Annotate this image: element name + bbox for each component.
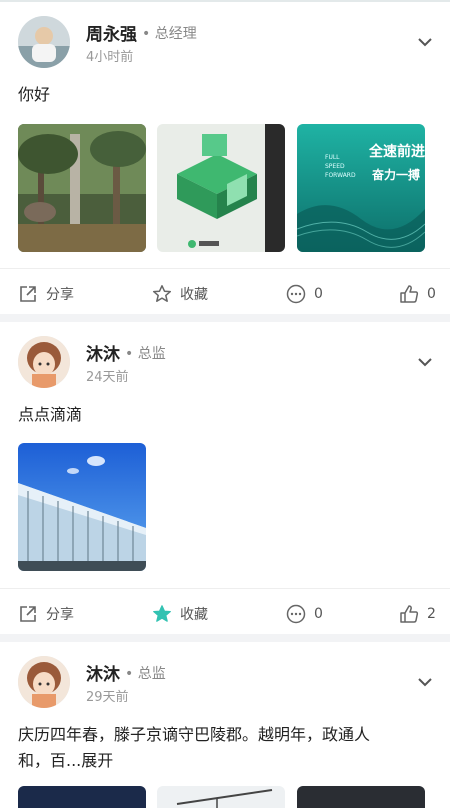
star-filled-icon xyxy=(153,605,171,622)
like-button[interactable]: 0 xyxy=(399,284,436,304)
post-time: 4小时前 xyxy=(86,50,134,65)
role-text: 总监 xyxy=(137,346,166,362)
comment-count: 0 xyxy=(314,606,323,622)
forest-photo-icon xyxy=(18,124,146,252)
poster-forward: FORWARD xyxy=(325,172,356,179)
post-text: 你好 xyxy=(18,85,51,104)
share-label: 分享 xyxy=(46,287,74,303)
author-name[interactable]: 周永强 xyxy=(86,20,137,45)
author-role: • 总经理 xyxy=(142,26,197,42)
post-card-1: 周永强 • 总经理 4小时前 你好 FULL SPEED FORWARD 全速前… xyxy=(0,2,450,314)
role-text: 总经理 xyxy=(154,26,197,42)
post-image-isometric[interactable] xyxy=(157,124,285,252)
post-header: 周永强 • 总经理 4小时前 xyxy=(0,2,450,68)
comment-button[interactable]: 0 xyxy=(286,284,323,304)
author-name[interactable]: 沐沐 xyxy=(86,340,120,365)
post-card-3: 沐沐 • 总监 29天前 庆历四年春，滕子京谪守巴陵郡。越明年，政通人 和，百.… xyxy=(0,642,450,808)
star-outline-icon xyxy=(152,285,172,302)
post-image-greenhouse[interactable] xyxy=(18,443,146,571)
post-time: 29天前 xyxy=(86,690,129,705)
post-image-forest[interactable] xyxy=(18,124,146,252)
action-divider xyxy=(0,588,450,589)
favorite-label: 收藏 xyxy=(180,287,208,303)
poster-subtitle: 奋力一搏 xyxy=(371,167,420,182)
crane-photo-icon xyxy=(176,789,273,808)
post-time: 24天前 xyxy=(86,370,129,385)
avatar-anime-icon xyxy=(18,656,70,708)
like-button[interactable]: 2 xyxy=(399,604,436,624)
share-button[interactable]: 分享 xyxy=(18,284,74,304)
comment-icon xyxy=(286,604,306,624)
share-icon xyxy=(20,606,36,622)
poster-full: FULL xyxy=(325,154,340,161)
post-header: 沐沐 • 总监 29天前 xyxy=(0,642,450,708)
chevron-down-icon[interactable] xyxy=(416,676,434,688)
post-header: 沐沐 • 总监 24天前 xyxy=(0,322,450,388)
author-role: • 总监 xyxy=(125,346,166,362)
favorite-button[interactable]: 收藏 xyxy=(152,284,208,304)
avatar[interactable] xyxy=(18,16,70,68)
action-divider xyxy=(0,268,450,269)
comment-button[interactable]: 0 xyxy=(286,604,323,624)
post-text: 庆历四年春，滕子京谪守巴陵郡。越明年，政通人 和，百...展开 xyxy=(18,722,370,774)
share-button[interactable]: 分享 xyxy=(18,604,74,624)
chevron-down-icon[interactable] xyxy=(416,356,434,368)
post-image-3[interactable] xyxy=(297,786,425,808)
comment-count: 0 xyxy=(314,286,323,302)
avatar-photo-icon xyxy=(18,16,70,68)
post-text-line-2[interactable]: 和，百...展开 xyxy=(18,748,370,774)
post-text: 点点滴滴 xyxy=(18,405,83,424)
teal-poster-icon: FULL SPEED FORWARD 全速前进 奋力一搏 xyxy=(297,124,425,252)
poster-speed: SPEED xyxy=(325,163,345,170)
share-icon xyxy=(20,286,36,302)
poster-title: 全速前进 xyxy=(368,143,425,160)
role-text: 总监 xyxy=(137,666,166,682)
like-count: 0 xyxy=(427,286,436,302)
post-image-2[interactable] xyxy=(157,786,285,808)
like-count: 2 xyxy=(427,606,436,622)
post-image-1[interactable] xyxy=(18,786,146,808)
comment-icon xyxy=(286,284,306,304)
greenhouse-photo-icon xyxy=(18,443,146,571)
avatar[interactable] xyxy=(18,656,70,708)
author-name[interactable]: 沐沐 xyxy=(86,660,120,685)
thumbs-up-icon xyxy=(400,285,419,303)
isometric-illustration-icon xyxy=(157,124,285,252)
thumbs-up-icon xyxy=(400,605,419,623)
post-text-line-1: 庆历四年春，滕子京谪守巴陵郡。越明年，政通人 xyxy=(18,725,371,744)
avatar-anime-icon xyxy=(18,336,70,388)
favorite-label: 收藏 xyxy=(180,607,208,623)
chevron-down-icon[interactable] xyxy=(416,36,434,48)
author-role: • 总监 xyxy=(125,666,166,682)
avatar[interactable] xyxy=(18,336,70,388)
favorite-button[interactable]: 收藏 xyxy=(152,604,208,624)
post-card-2: 沐沐 • 总监 24天前 点点滴滴 分享 收藏 0 2 xyxy=(0,322,450,634)
share-label: 分享 xyxy=(46,607,74,623)
post-image-poster[interactable]: FULL SPEED FORWARD 全速前进 奋力一搏 xyxy=(297,124,425,252)
